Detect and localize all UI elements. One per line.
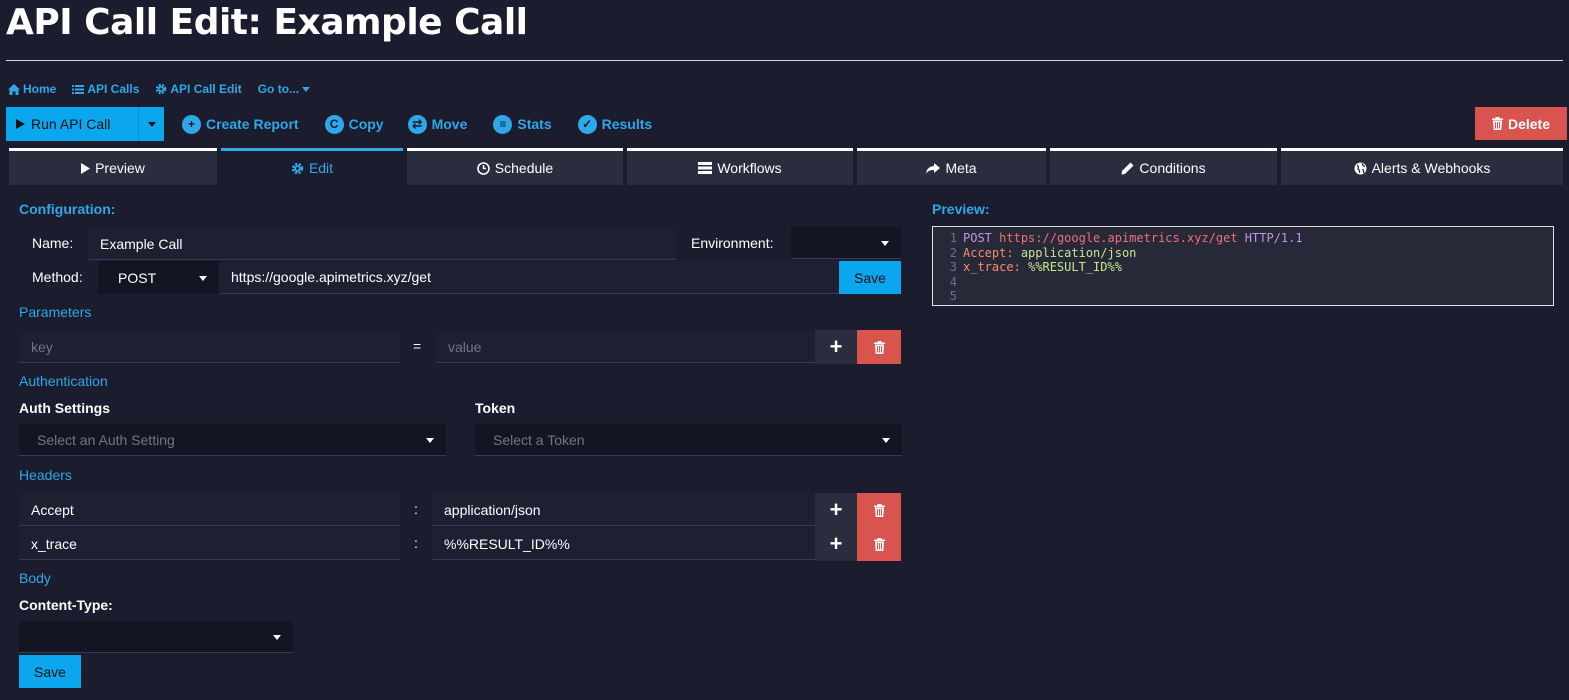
configuration-heading: Configuration: bbox=[19, 201, 116, 217]
move-button[interactable]: ⇄ Move bbox=[407, 114, 467, 134]
code-line: 3 x_trace: %%RESULT_ID%% bbox=[949, 260, 1122, 274]
run-api-call-button[interactable]: Run API Call bbox=[6, 107, 164, 141]
breadcrumb-home[interactable]: Home bbox=[8, 82, 56, 96]
delete-header-button[interactable] bbox=[857, 493, 901, 527]
token-label: Token bbox=[475, 400, 516, 416]
header-key-input[interactable]: x_trace bbox=[19, 528, 400, 560]
parameters-heading: Parameters bbox=[19, 304, 92, 320]
header-value-input[interactable]: application/json bbox=[432, 494, 815, 526]
header-colon: : bbox=[414, 535, 418, 551]
auth-setting-select[interactable]: Select an Auth Setting bbox=[19, 424, 446, 456]
tab-conditions[interactable]: Conditions bbox=[1050, 148, 1277, 185]
delete-button[interactable]: Delete bbox=[1475, 107, 1567, 140]
title-divider bbox=[6, 60, 1563, 61]
request-preview-editor[interactable]: 1 POST https://google.apimetrics.xyz/get… bbox=[932, 226, 1554, 306]
content-type-select[interactable] bbox=[19, 621, 293, 653]
stats-icon: ≡ bbox=[493, 114, 513, 134]
copy-icon: C bbox=[324, 114, 344, 134]
code-line: 1 POST https://google.apimetrics.xyz/get… bbox=[949, 231, 1303, 245]
preview-heading: Preview: bbox=[932, 201, 990, 217]
add-header-button[interactable]: + bbox=[815, 527, 857, 561]
share-icon bbox=[926, 162, 941, 174]
param-equals-sign: = bbox=[413, 338, 422, 354]
method-label: Method: bbox=[32, 269, 83, 285]
plus-icon: + bbox=[829, 334, 843, 359]
page-title: API Call Edit: Example Call bbox=[6, 2, 528, 43]
tab-workflows[interactable]: Workflows bbox=[627, 148, 853, 185]
name-input[interactable]: Example Call bbox=[88, 228, 676, 260]
plus-circle-icon: + bbox=[182, 114, 201, 134]
play-icon bbox=[81, 162, 91, 174]
add-param-button[interactable]: + bbox=[815, 330, 857, 364]
results-icon: ✓ bbox=[577, 114, 597, 134]
content-type-label: Content-Type: bbox=[19, 597, 113, 613]
header-colon: : bbox=[414, 501, 418, 517]
move-icon: ⇄ bbox=[407, 114, 427, 134]
param-key-input[interactable]: key bbox=[19, 331, 400, 363]
trash-icon bbox=[873, 537, 885, 551]
trash-icon bbox=[873, 340, 885, 354]
tab-meta[interactable]: Meta bbox=[857, 148, 1046, 185]
method-select[interactable]: POST bbox=[98, 261, 219, 294]
copy-button[interactable]: C Copy bbox=[324, 114, 384, 134]
delete-param-button[interactable] bbox=[857, 330, 901, 364]
gear-icon bbox=[291, 162, 304, 174]
tab-alerts-webhooks[interactable]: Alerts & Webhooks bbox=[1281, 148, 1563, 185]
param-value-input[interactable]: value bbox=[436, 331, 815, 363]
clock-icon bbox=[476, 161, 490, 175]
stats-button[interactable]: ≡ Stats bbox=[493, 114, 552, 134]
body-heading: Body bbox=[19, 570, 51, 586]
play-icon bbox=[16, 119, 25, 129]
results-button[interactable]: ✓ Results bbox=[577, 114, 652, 134]
tab-preview[interactable]: Preview bbox=[9, 148, 217, 185]
header-key-input[interactable]: Accept bbox=[19, 494, 400, 526]
token-select[interactable]: Select a Token bbox=[475, 424, 902, 456]
code-line: 2 Accept: application/json bbox=[949, 245, 1137, 260]
server-icon bbox=[698, 162, 713, 174]
url-input[interactable]: https://google.apimetrics.xyz/get bbox=[219, 261, 839, 294]
create-report-button[interactable]: + Create Report bbox=[182, 114, 299, 134]
trash-icon bbox=[873, 503, 885, 517]
plus-icon: + bbox=[829, 497, 843, 522]
header-value-input[interactable]: %%RESULT_ID%% bbox=[432, 528, 815, 560]
save-url-button[interactable]: Save bbox=[839, 261, 901, 294]
add-header-button[interactable]: + bbox=[815, 493, 857, 527]
caret-down-icon bbox=[302, 86, 311, 92]
headers-heading: Headers bbox=[19, 467, 72, 483]
caret-down-icon bbox=[881, 240, 889, 246]
breadcrumb-api-calls[interactable]: API Calls bbox=[72, 82, 139, 96]
plus-icon: + bbox=[829, 531, 843, 556]
authentication-heading: Authentication bbox=[19, 373, 108, 389]
run-options-dropdown[interactable] bbox=[138, 107, 164, 141]
environment-select[interactable] bbox=[791, 227, 901, 259]
tab-schedule[interactable]: Schedule bbox=[407, 148, 623, 185]
code-line: 5 bbox=[949, 289, 957, 303]
home-icon bbox=[8, 83, 20, 95]
breadcrumb-goto-dropdown[interactable]: Go to... bbox=[258, 82, 311, 96]
environment-label: Environment: bbox=[691, 235, 774, 251]
delete-header-button[interactable] bbox=[857, 527, 901, 561]
trash-icon bbox=[1491, 117, 1503, 130]
breadcrumb-api-call-edit[interactable]: API Call Edit bbox=[155, 82, 242, 96]
caret-down-icon bbox=[147, 121, 156, 127]
save-body-button[interactable]: Save bbox=[19, 655, 81, 688]
caret-down-icon bbox=[273, 634, 281, 640]
globe-icon bbox=[1354, 162, 1367, 174]
name-label: Name: bbox=[32, 235, 74, 251]
list-icon bbox=[72, 84, 85, 94]
caret-down-icon bbox=[199, 275, 207, 281]
pencil-icon bbox=[1121, 162, 1134, 174]
caret-down-icon bbox=[426, 437, 434, 443]
gear-icon bbox=[156, 83, 167, 95]
toolbar: Run API Call + Create Report C Copy ⇄ Mo… bbox=[6, 107, 652, 141]
tab-edit[interactable]: Edit bbox=[221, 148, 403, 185]
auth-settings-label: Auth Settings bbox=[19, 400, 110, 416]
code-line: 4 bbox=[949, 274, 957, 289]
caret-down-icon bbox=[882, 437, 890, 443]
breadcrumb: Home API Calls API Call Edit Go to... bbox=[8, 82, 311, 96]
